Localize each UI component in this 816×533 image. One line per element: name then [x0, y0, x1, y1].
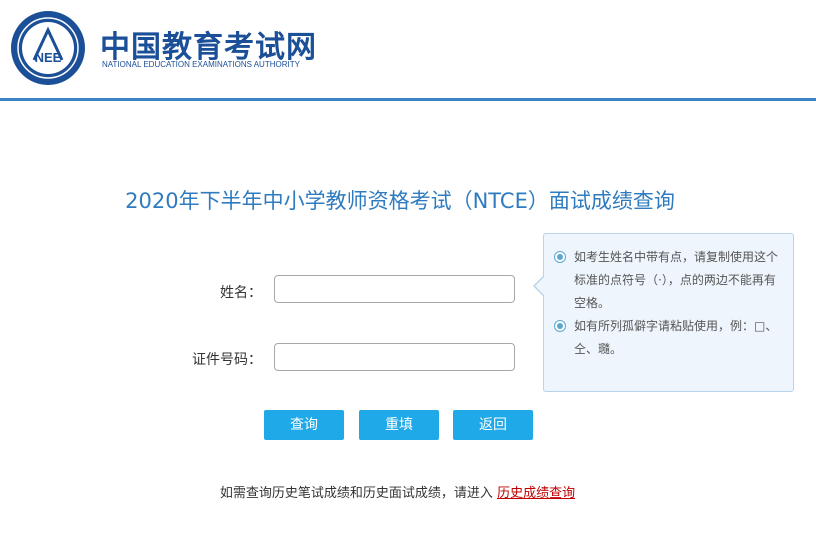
radio-bullet-icon — [554, 320, 566, 332]
site-header: NEE 中国教育考试网 NATIONAL EDUCATION EXAMINATI… — [0, 0, 816, 98]
reset-button[interactable]: 重填 — [359, 410, 439, 440]
page-title: 2020年下半年中小学教师资格考试（NTCE）面试成绩查询 — [125, 189, 675, 213]
id-number-input[interactable] — [274, 343, 515, 371]
tip-text: 如考生姓名中带有点，请复制使用这个标准的点符号（·），点的两边不能再有空格。 — [574, 250, 779, 310]
nee-logo-icon: NEE — [11, 11, 85, 85]
name-label: 姓名： — [220, 285, 262, 301]
svg-text:NEE: NEE — [35, 50, 62, 65]
radio-bullet-icon — [554, 251, 566, 263]
tip-item: 如有所列孤僻字请粘贴使用，例：□、仝、瓍。 — [554, 315, 783, 361]
tip-text: 如有所列孤僻字请粘贴使用，例：□、仝、瓍。 — [574, 319, 778, 356]
history-notice: 如需查询历史笔试成绩和历史面试成绩，请进入 历史成绩查询 — [0, 482, 795, 501]
tips-box: 如考生姓名中带有点，请复制使用这个标准的点符号（·），点的两边不能再有空格。 如… — [533, 233, 794, 392]
site-name-en: NATIONAL EDUCATION EXAMINATIONS AUTHORIT… — [102, 60, 300, 69]
name-input[interactable] — [274, 275, 515, 303]
tip-item: 如考生姓名中带有点，请复制使用这个标准的点符号（·），点的两边不能再有空格。 — [554, 246, 783, 315]
tips-arrow-inner — [535, 276, 545, 296]
query-button[interactable]: 查询 — [264, 410, 344, 440]
back-button[interactable]: 返回 — [453, 410, 533, 440]
history-scores-link[interactable]: 历史成绩查询 — [497, 486, 575, 501]
history-notice-text: 如需查询历史笔试成绩和历史面试成绩，请进入 — [219, 486, 493, 501]
id-number-label: 证件号码： — [192, 352, 262, 368]
header-divider — [0, 98, 816, 101]
